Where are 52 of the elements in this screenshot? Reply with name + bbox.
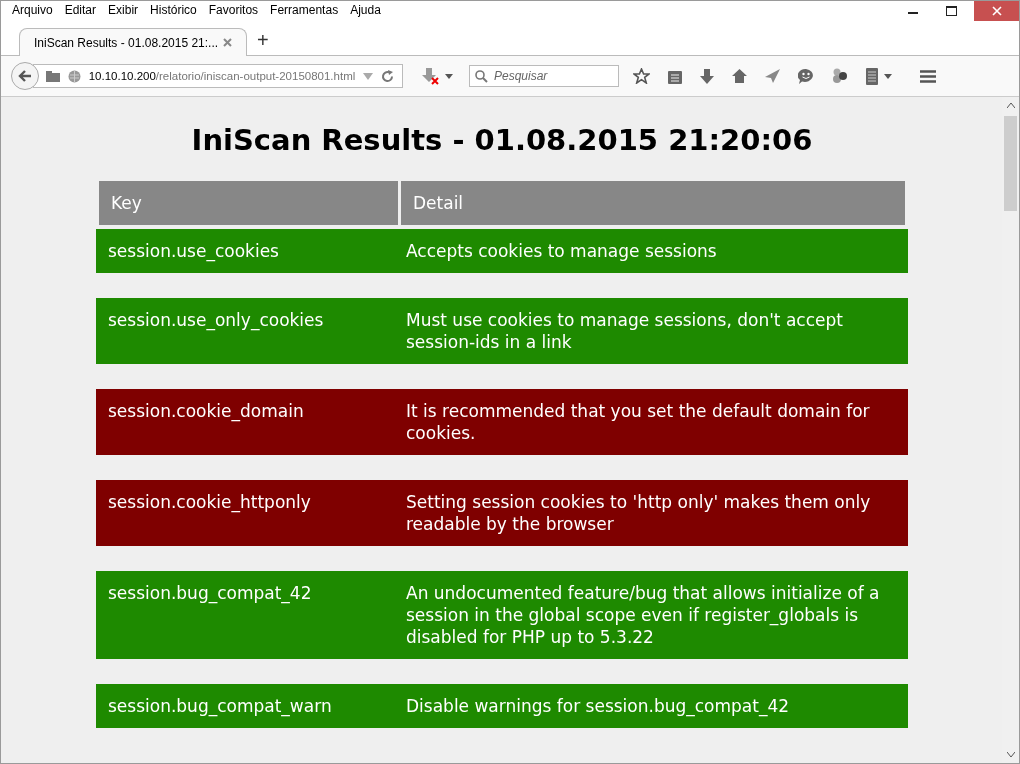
key-cell-text: session.bug_compat_warn: [108, 695, 333, 717]
list-icon[interactable]: [668, 68, 682, 84]
key-cell-text: session.use_only_cookies: [108, 309, 325, 333]
detail-cell-text: Disable warnings for session.bug_compat_42: [406, 695, 791, 717]
star-icon[interactable]: [633, 68, 650, 84]
close-tab-icon[interactable]: [223, 38, 232, 47]
scrollbar-thumb[interactable]: [1004, 116, 1017, 211]
detail-cell-text: Must use cookies to manage sessions, don't accept session-ids in a link: [406, 309, 844, 353]
maximize-icon: [946, 6, 957, 16]
spheres-icon[interactable]: [832, 68, 848, 84]
scroll-up-icon[interactable]: [1006, 103, 1015, 108]
detail-cell-text: Setting session cookies to 'http only' makes them only readable by the browser: [406, 491, 872, 535]
menu-item[interactable]: Favoritos: [208, 3, 259, 23]
menu-item[interactable]: Ajuda: [350, 3, 381, 23]
column-header: Detail: [401, 181, 905, 225]
column-header: Key: [99, 181, 398, 225]
key-cell-text: session.use_cookies: [108, 240, 280, 262]
key-cell-text: session.bug_compat_42: [108, 582, 313, 606]
back-button[interactable]: [11, 62, 39, 90]
folder-icon: [46, 70, 60, 82]
menu-item[interactable]: Editar: [64, 3, 97, 23]
caret-icon[interactable]: [445, 73, 453, 79]
url-path: /relatorio/iniscan-output-20150801.html: [155, 70, 356, 82]
url-host: 10.10.10.200: [88, 70, 156, 82]
menu-item[interactable]: Ferramentas: [270, 3, 339, 23]
menu-item[interactable]: Arquivo: [12, 3, 53, 23]
menu-icon[interactable]: [920, 69, 936, 83]
browser-tab[interactable]: IniScan Results - 01.08.2015 21:...: [19, 28, 247, 56]
caret-icon[interactable]: [884, 73, 892, 79]
key-cell-text: session.cookie_domain: [108, 400, 305, 424]
download-icon[interactable]: [700, 68, 714, 84]
home-icon[interactable]: [732, 69, 747, 83]
back-arrow-icon: [18, 70, 32, 82]
detail-cell-text: Accepts cookies to manage sessions: [406, 240, 718, 262]
notepad-icon[interactable]: [866, 67, 878, 85]
globe-icon: [67, 69, 81, 83]
key-cell-text: session.cookie_httponly: [108, 491, 312, 515]
page-title: IniScan Results - 01.08.2015 21:20:06: [190, 123, 814, 157]
scroll-down-icon[interactable]: [1006, 752, 1015, 757]
menu-item[interactable]: Histórico: [150, 3, 197, 23]
reload-icon[interactable]: [381, 69, 394, 83]
close-button[interactable]: [974, 1, 1019, 21]
menu-item[interactable]: Exibir: [108, 3, 139, 23]
download-blocked-icon[interactable]: [421, 67, 439, 85]
address-bar[interactable]: 10.10.10.200/relatorio/iniscan-output-20150801.html: [33, 64, 403, 88]
close-icon: [991, 6, 1002, 16]
new-tab-button[interactable]: +: [257, 29, 269, 52]
paper-plane-icon[interactable]: [765, 69, 780, 83]
search-field[interactable]: Pesquisar: [469, 65, 619, 87]
chat-face-icon[interactable]: [798, 68, 814, 84]
detail-cell-text: An undocumented feature/bug that allows initialize of a session in the global scope even if register_globals is disabled for PHP up to 5.3.22: [406, 582, 881, 648]
detail-cell-text: It is recommended that you set the default domain for cookies.: [406, 400, 871, 444]
